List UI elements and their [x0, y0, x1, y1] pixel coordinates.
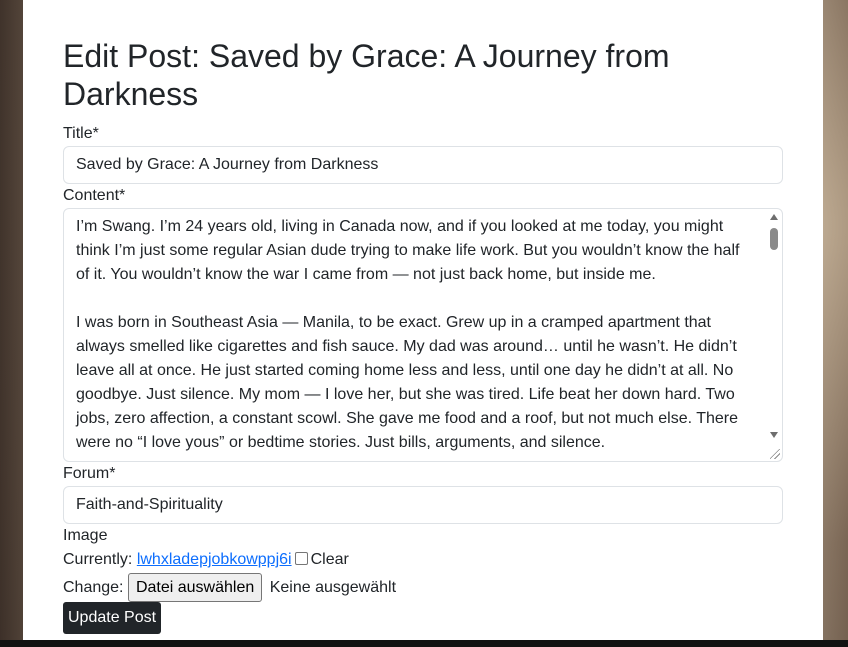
edit-post-card: Edit Post: Saved by Grace: A Journey fro…: [23, 0, 823, 640]
scroll-up-icon[interactable]: [770, 214, 778, 220]
title-label: Title*: [63, 125, 99, 142]
clear-label[interactable]: Clear: [311, 551, 349, 568]
no-file-text: Keine ausgewählt: [269, 579, 397, 596]
clear-checkbox[interactable]: [294, 552, 308, 565]
forum-label: Forum*: [63, 465, 116, 482]
content-textarea[interactable]: I’m Swang. I’m 24 years old, living in C…: [63, 208, 783, 462]
page-title: Edit Post: Saved by Grace: A Journey fro…: [63, 38, 670, 112]
change-image-row: Change: Datei auswählen Keine ausgewählt: [63, 573, 396, 602]
scroll-thumb[interactable]: [770, 228, 778, 250]
footer-bar: [0, 640, 848, 647]
content-text: I’m Swang. I’m 24 years old, living in C…: [76, 218, 740, 451]
currently-label: Currently:: [63, 551, 133, 568]
update-post-button[interactable]: Update Post: [63, 602, 162, 634]
current-image-link[interactable]: lwhxladepjobkowppj6i: [137, 551, 292, 568]
forum-input[interactable]: Faith-and-Spirituality: [63, 486, 783, 524]
content-label: Content*: [63, 187, 126, 204]
title-input[interactable]: Saved by Grace: A Journey from Darkness: [63, 146, 783, 184]
choose-file-button[interactable]: Datei auswählen: [127, 573, 263, 602]
change-label: Change:: [63, 579, 124, 596]
image-label: Image: [63, 527, 108, 544]
content-scrollbar[interactable]: [767, 210, 781, 456]
current-image-row: Currently: lwhxladepjobkowppj6i Clear: [63, 550, 349, 570]
resize-handle-icon[interactable]: [770, 449, 780, 459]
scroll-down-icon[interactable]: [770, 432, 778, 438]
